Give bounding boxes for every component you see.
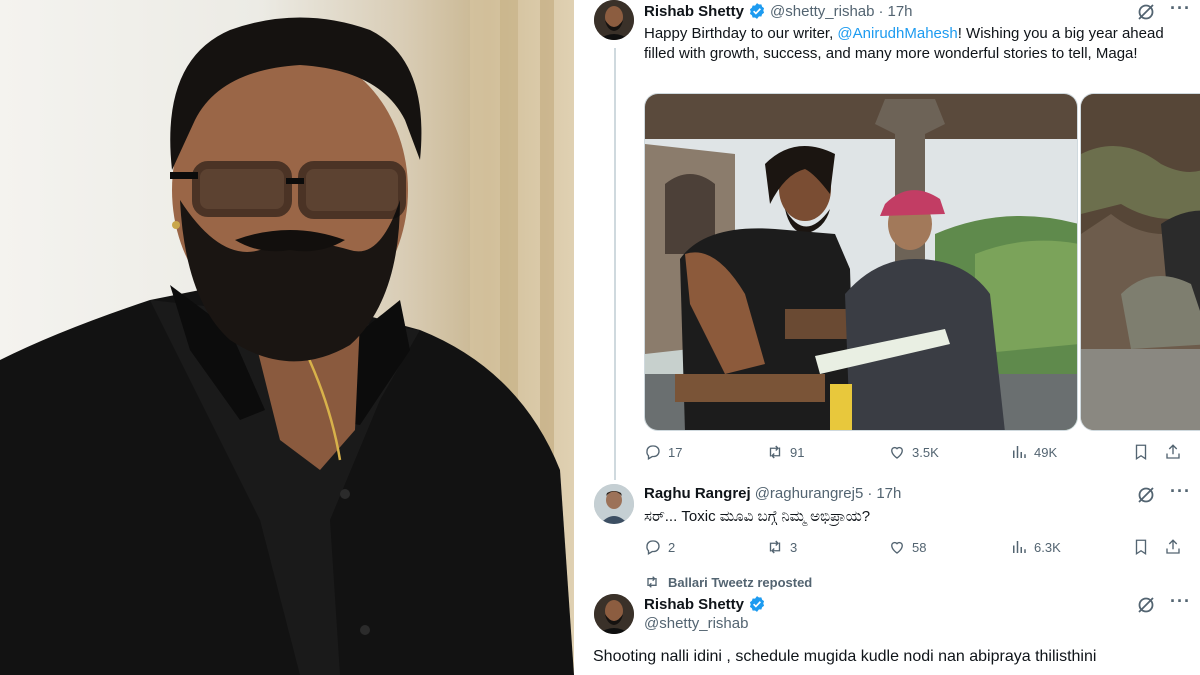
verified-badge-icon [749,596,765,612]
reply-icon [646,540,660,555]
behind-the-scenes-photo [645,94,1077,430]
tweet-media-1[interactable] [644,93,1078,431]
mention-link[interactable]: @AnirudhMahesh [837,25,957,42]
author-name[interactable]: Rishab Shetty [644,3,744,20]
author-handle[interactable]: @raghurangrej5 [755,485,864,502]
grok-icon[interactable] [1136,595,1156,615]
tweet-text: Happy Birthday to our writer, @AnirudhMa… [644,24,1192,64]
portrait-photo [0,0,574,675]
repost-count: 91 [790,444,805,460]
views-button[interactable]: 49K [1010,443,1057,461]
grok-icon[interactable] [1136,485,1156,505]
avatar[interactable] [594,0,634,40]
tweet-header: Rishab Shetty [644,595,770,613]
separator-dot: · [878,2,884,20]
more-icon[interactable]: ··· [1170,481,1191,502]
portrait-illustration [0,0,574,675]
views-button[interactable]: 6.3K [1010,538,1061,556]
repost-icon [647,576,657,588]
share-button[interactable] [1164,443,1182,461]
verified-badge-icon [749,3,765,19]
repost-button[interactable]: 3 [766,538,797,556]
views-count: 6.3K [1034,539,1061,555]
views-icon [1013,541,1026,553]
like-count: 58 [912,539,927,555]
timestamp[interactable]: 17h [887,3,912,20]
timestamp[interactable]: 17h [876,485,901,502]
repost-label[interactable]: Ballari Tweetz reposted [668,575,812,590]
bookmark-button[interactable] [1132,538,1150,556]
author-handle[interactable]: @shetty_rishab [770,3,874,20]
reply-button[interactable]: 17 [644,443,682,461]
rock-location-photo [1081,94,1200,430]
share-icon [1166,444,1180,459]
tweet-feed: Rishab Shetty @shetty_rishab · 17h ··· H… [580,0,1200,675]
author-name[interactable]: Raghu Rangrej [644,485,751,502]
author-name[interactable]: Rishab Shetty [644,596,744,613]
share-icon [1166,539,1180,554]
avatar[interactable] [594,484,634,524]
like-count: 3.5K [912,444,939,460]
repost-count: 3 [790,539,798,555]
author-handle[interactable]: @shetty_rishab [644,615,748,632]
more-icon[interactable]: ··· [1170,591,1191,612]
tweet-actions: 17 91 3.5K 49K [580,442,1200,462]
share-button[interactable] [1164,538,1182,556]
separator-dot: · [867,485,873,502]
thread-line [614,48,616,480]
reply-icon [646,445,660,460]
reply-count: 17 [668,444,683,460]
avatar[interactable] [594,594,634,634]
views-count: 49K [1034,444,1058,460]
repost-button[interactable]: 91 [766,443,804,461]
like-icon [891,446,903,459]
bookmark-icon [1135,444,1147,461]
repost-icon [769,540,781,554]
tweet-actions: 2 3 58 6.3K [580,537,1200,557]
bookmark-icon [1135,539,1147,556]
more-icon[interactable]: ··· [1170,0,1191,19]
tweet-header: Rishab Shetty @shetty_rishab · 17h [644,2,913,20]
like-button[interactable]: 3.5K [888,443,939,461]
tweet-text: Shooting nalli idini , schedule mugida k… [593,648,1097,665]
tweet-text-part: Happy Birthday to our writer, [644,25,838,42]
views-icon [1013,446,1026,458]
tweet-header: Raghu Rangrej @raghurangrej5 · 17h [644,485,901,502]
repost-indicator: Ballari Tweetz reposted [644,574,812,590]
bookmark-button[interactable] [1132,443,1150,461]
tweet-media-2[interactable] [1080,93,1200,431]
reply-count: 2 [668,539,676,555]
grok-icon[interactable] [1136,2,1156,22]
repost-icon [769,445,781,459]
tweet-text: ಸರ್... Toxic ಮೂವಿ ಬಗ್ಗೆ ನಿಮ್ಮ ಅಭಿಪ್ರಾಯ? [644,508,871,525]
like-icon [891,541,903,554]
like-button[interactable]: 58 [888,538,926,556]
reply-button[interactable]: 2 [644,538,675,556]
